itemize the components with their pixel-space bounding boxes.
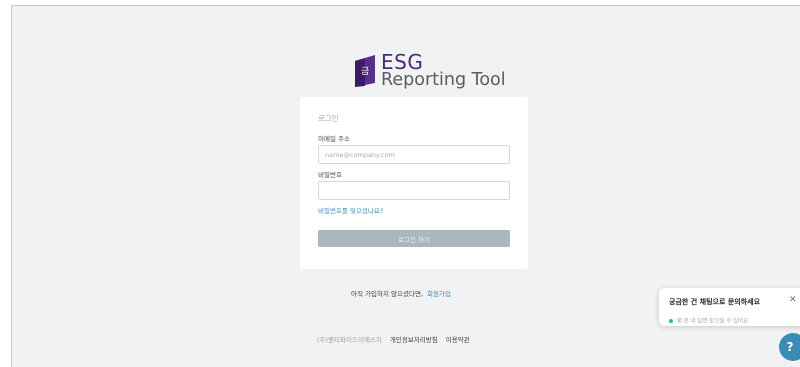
email-label: 이메일 주소 [318,135,350,143]
chat-status: 몇 분 내 답변 받으실 수 있어요 [669,310,748,329]
footer: (주)퀀티파이드이에스지 개인정보처리방침 이용약관 [317,334,470,344]
chat-help-icon[interactable]: ? [779,333,800,361]
privacy-policy-link[interactable]: 개인정보처리방침 [390,336,438,344]
login-title: 로그인 [318,114,339,123]
logo-subtitle: Reporting Tool [381,70,506,90]
logo-mark-icon: 금 [355,55,375,87]
footer-company: (주)퀀티파이드이에스지 [317,336,382,344]
forgot-password-link[interactable]: 비밀번호를 잊으셨나요? [318,205,383,215]
chat-prompt-bubble[interactable]: 궁금한 건 채팅으로 문의하세요 ✕ 몇 분 내 답변 받으실 수 있어요 [659,288,800,326]
question-mark-icon: ? [786,340,794,354]
chat-status-text: 몇 분 내 답변 받으실 수 있어요 [677,318,749,325]
login-button[interactable]: 로그인 하기 [318,230,510,247]
chat-prompt-title: 궁금한 건 채팅으로 문의하세요 [669,298,761,306]
password-field[interactable] [318,181,510,200]
online-status-dot [669,318,673,323]
login-card: 로그인 이메일 주소 비밀번호 비밀번호를 잊으셨나요? 로그인 하기 [300,97,528,269]
email-field[interactable] [318,145,510,164]
signup-link[interactable]: 회원가입 [427,290,451,298]
signup-prompt: 아직 가입하지 않으셨다면, [351,290,424,298]
terms-link[interactable]: 이용약관 [446,336,470,344]
password-label: 비밀번호 [318,171,342,179]
logo-mark-glyph: 금 [361,66,369,77]
close-icon[interactable]: ✕ [789,295,797,305]
app-logo: 금 ESG Reporting Tool [353,50,523,96]
